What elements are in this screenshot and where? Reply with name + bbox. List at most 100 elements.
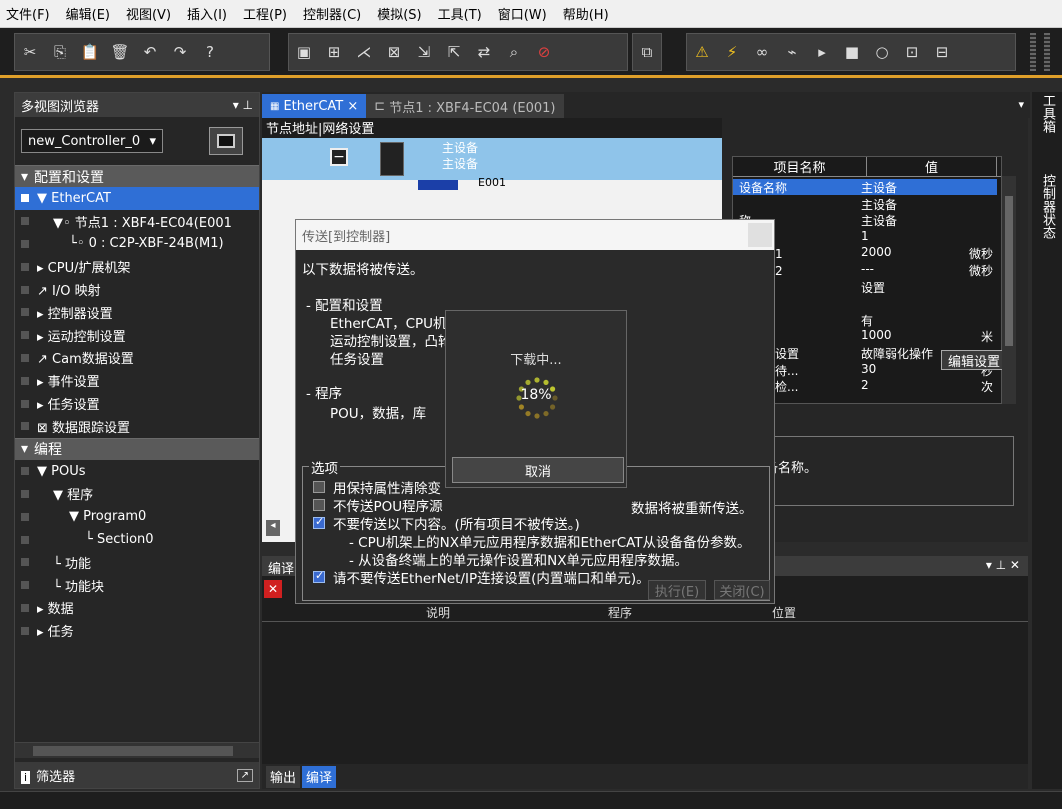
tree-item[interactable]: ▸ 任务 xyxy=(15,619,259,642)
redo-icon[interactable]: ↷ xyxy=(165,37,195,67)
transfer-to-icon[interactable]: ⇲ xyxy=(409,37,439,67)
3d-icon[interactable]: ▣ xyxy=(289,37,319,67)
section-programming[interactable]: ▾ 编程 xyxy=(15,437,259,460)
unlink-icon[interactable]: ⌁ xyxy=(777,37,807,67)
tree-item[interactable]: ▸ 任务设置 xyxy=(15,392,259,415)
canvas-hscroll-left[interactable]: ◂ xyxy=(266,520,280,536)
option-no-ethernetip-checkbox[interactable] xyxy=(313,569,325,583)
tree-item[interactable]: ▸ 运动控制设置 xyxy=(15,324,259,347)
panel-pin-icon[interactable]: ▾ ⊥ ✕ xyxy=(986,558,1020,572)
tab-build[interactable]: 编译 xyxy=(302,765,337,788)
collapse-icon[interactable]: − xyxy=(330,148,348,166)
controller-select[interactable]: new_Controller_0 ▾ xyxy=(21,129,163,153)
tree-item[interactable]: ▸ 事件设置 xyxy=(15,369,259,392)
pin-icon[interactable]: ▾ ⊥ xyxy=(233,98,253,112)
toolbar-grip[interactable] xyxy=(1030,33,1036,71)
build-icon[interactable]: ⊞ xyxy=(319,37,349,67)
paste-icon[interactable]: 📋 xyxy=(75,37,105,67)
filter-expand-icon[interactable]: ↗ xyxy=(236,768,253,782)
spinner-dot xyxy=(549,404,556,410)
tree-item[interactable]: ⊠ 数据跟踪设置 xyxy=(15,415,259,438)
property-unit: 次 xyxy=(980,380,993,395)
undo-icon[interactable]: ↶ xyxy=(135,37,165,67)
close-icon[interactable] xyxy=(748,223,772,247)
tree-item[interactable]: ↗ Cam数据设置 xyxy=(15,347,259,370)
network-icon[interactable]: ⊟ xyxy=(927,37,957,67)
menu-item-6[interactable]: 模拟(S) xyxy=(377,4,421,23)
delete-icon[interactable]: 🗑 xyxy=(105,37,135,67)
slave-node[interactable] xyxy=(418,180,458,190)
monitor-icon[interactable]: ⊡ xyxy=(897,37,927,67)
sync-icon[interactable]: ⇄ xyxy=(469,37,499,67)
tree-item[interactable]: ▼ Program0 xyxy=(15,505,259,528)
master-device[interactable]: − 主设备 主设备 xyxy=(262,138,722,180)
menu-item-2[interactable]: 视图(V) xyxy=(126,4,171,23)
property-row[interactable]: 主设备 xyxy=(733,196,997,212)
tree-item[interactable]: ▸ 控制器设置 xyxy=(15,301,259,324)
menu-item-4[interactable]: 工程(P) xyxy=(243,4,287,23)
property-row[interactable]: 设备名称 主设备 xyxy=(733,179,997,195)
property-unit xyxy=(961,295,997,311)
tree-item[interactable]: └ Section0 xyxy=(15,528,259,551)
tab-ethercat[interactable]: ▦ EtherCAT × xyxy=(262,94,367,118)
option-no-pou-source-checkbox[interactable] xyxy=(313,499,325,511)
tree-item[interactable]: ▼ 程序 xyxy=(15,483,259,506)
node-address-bar[interactable]: 节点地址|网络设置 xyxy=(262,118,722,138)
error-icon[interactable]: ⊘ xyxy=(529,37,559,67)
copy-icon[interactable]: ⎘ xyxy=(45,37,75,67)
toolbar-grip-2[interactable] xyxy=(1044,33,1050,71)
menu-item-9[interactable]: 帮助(H) xyxy=(563,4,609,23)
find-icon[interactable]: ⌕ xyxy=(499,37,529,67)
compare-icon[interactable]: ⊠ xyxy=(379,37,409,67)
menu-item-1[interactable]: 编辑(E) xyxy=(66,4,110,23)
tree-item[interactable]: ▼◦ 节点1 : XBF4-EC04(E001 xyxy=(15,210,259,233)
tree-item[interactable]: └ 功能块 xyxy=(15,574,259,597)
menu-item-3[interactable]: 插入(I) xyxy=(187,4,227,23)
tree-item[interactable]: ▸ 数据 xyxy=(15,597,259,620)
execute-button[interactable]: 执行(E) xyxy=(648,580,706,600)
tree-item[interactable]: ▼ EtherCAT xyxy=(15,187,259,210)
cut-icon[interactable]: ✂ xyxy=(15,37,45,67)
tab-list-icon[interactable]: ▾ xyxy=(1018,98,1024,111)
tree-item[interactable]: ▸ CPU/扩展机架 xyxy=(15,255,259,278)
tab-node1[interactable]: ⊏ 节点1 : XBF4-EC04 (E001) xyxy=(366,94,564,118)
property-unit xyxy=(961,212,997,228)
online-icon[interactable]: ⋌ xyxy=(349,37,379,67)
toolbox-tab[interactable]: 工具箱 xyxy=(1038,94,1057,133)
tree-item[interactable]: └◦ 0 : C2P-XBF-24B(M1) xyxy=(15,233,259,256)
menu-item-0[interactable]: 文件(F) xyxy=(6,4,50,23)
simulate-icon[interactable]: ⧉ xyxy=(633,37,661,67)
build-output-list[interactable] xyxy=(262,622,1028,764)
cancel-button[interactable]: 取消 xyxy=(452,457,624,483)
tree-item-label: ▸ 任务设置 xyxy=(37,398,100,414)
error-filter-icon[interactable]: ✕ xyxy=(264,580,282,598)
tab-output[interactable]: 输出 xyxy=(266,765,301,788)
section-config[interactable]: ▾ 配置和设置 xyxy=(15,165,259,187)
option-no-transfer-label: 不要传送以下内容。(所有项目不被传送。) xyxy=(333,517,580,533)
link-icon[interactable]: ∞ xyxy=(747,37,777,67)
dialog-title: 传送[到控制器] xyxy=(302,229,391,245)
controller-status-tab[interactable]: 控制器状态 xyxy=(1038,174,1057,239)
help-icon[interactable]: ? xyxy=(195,37,225,67)
explorer-hscrollbar[interactable] xyxy=(15,742,259,758)
tree-item[interactable]: └ 功能 xyxy=(15,551,259,574)
menu-item-8[interactable]: 窗口(W) xyxy=(498,4,547,23)
warning-icon[interactable]: ⚠ xyxy=(687,37,717,67)
option-clear-retain-checkbox[interactable] xyxy=(313,481,325,493)
transfer-from-icon[interactable]: ⇱ xyxy=(439,37,469,67)
menu-item-7[interactable]: 工具(T) xyxy=(438,4,482,23)
master-subname: 主设备 xyxy=(442,157,479,171)
stop-icon[interactable]: ■ xyxy=(837,37,867,67)
property-vscrollbar[interactable] xyxy=(1002,176,1016,404)
filter-bar[interactable]: i 筛选器 ↗ xyxy=(15,762,259,788)
tree-item[interactable]: ↗ I/O 映射 xyxy=(15,278,259,301)
tree-item[interactable]: ▼ POUs xyxy=(15,460,259,483)
option-no-transfer-checkbox[interactable] xyxy=(313,515,325,529)
tree-marker-icon xyxy=(21,308,29,317)
close-button[interactable]: 关闭(C) xyxy=(714,580,770,600)
disconnect-icon[interactable]: ⚡ xyxy=(717,37,747,67)
run-icon[interactable]: ▸ xyxy=(807,37,837,67)
edit-settings-button[interactable]: 编辑设置 xyxy=(941,350,1007,370)
reset-icon[interactable]: ○ xyxy=(867,37,897,67)
menu-item-5[interactable]: 控制器(C) xyxy=(303,4,361,23)
